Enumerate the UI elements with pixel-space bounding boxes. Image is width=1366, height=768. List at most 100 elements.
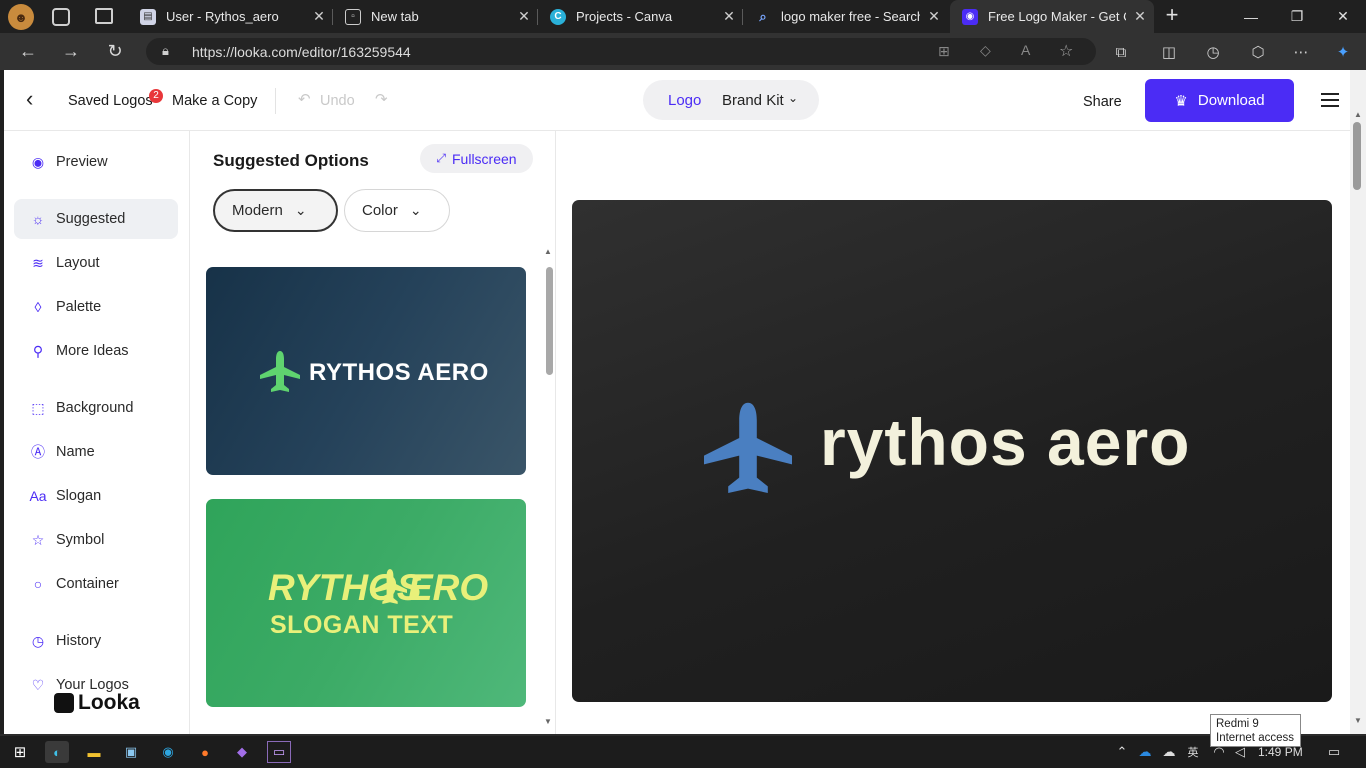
tab-actions-icon[interactable] — [95, 8, 113, 24]
sidebar-item-slogan[interactable]: Aa Slogan — [14, 476, 178, 516]
sidebar-item-container[interactable]: ○ Container — [14, 564, 178, 604]
language-icon[interactable]: 英 — [1181, 741, 1205, 763]
scroll-thumb[interactable] — [546, 267, 553, 375]
fullscreen-button[interactable]: ⤢ Fullscreen — [420, 144, 533, 173]
new-tab-plus-icon[interactable]: + — [1160, 4, 1184, 28]
edge-icon[interactable]: ◐ — [45, 741, 69, 763]
close-tab-icon[interactable]: ✕ — [1126, 8, 1154, 25]
firefox-icon[interactable]: ● — [193, 741, 217, 763]
minimize-icon[interactable]: — — [1228, 0, 1274, 33]
panel-scrollbar[interactable]: ▲ ▼ — [544, 247, 554, 729]
sidebar-item-symbol[interactable]: ☆ Symbol — [14, 520, 178, 560]
looka-editor-page: ‹ Saved Logos 2 Make a Copy ↶ Undo ↷ Log… — [4, 70, 1350, 734]
tooltip-network-status: Internet access — [1216, 732, 1294, 744]
collections-icon[interactable]: ⬡ — [1247, 41, 1269, 63]
hamburger-menu-icon[interactable] — [1321, 93, 1339, 107]
telegram-icon[interactable]: ◉ — [156, 741, 180, 763]
network-tooltip: Redmi 9 Internet access — [1210, 714, 1301, 747]
back-arrow-icon[interactable]: ‹ — [26, 86, 33, 112]
tab-looka[interactable]: ◉ Free Logo Maker - Get Cus ✕ — [950, 0, 1154, 33]
sidebar-item-more-ideas[interactable]: ⚲ More Ideas — [14, 331, 178, 371]
sidebar-item-preview[interactable]: ◉ Preview — [14, 142, 178, 182]
scroll-up-icon[interactable]: ▲ — [1354, 110, 1362, 119]
make-copy-link[interactable]: Make a Copy — [172, 93, 257, 109]
document-icon: ▤ — [140, 8, 156, 25]
redo-icon[interactable]: ↷ — [375, 90, 388, 108]
undo-icon[interactable]: ↶ — [298, 90, 311, 108]
tray-chevron-icon[interactable]: ⌃ — [1110, 741, 1134, 763]
scroll-up-icon[interactable]: ▲ — [544, 247, 552, 256]
looka-brand[interactable]: Looka — [54, 691, 140, 715]
logo-preview-canvas[interactable]: rythos aero — [572, 200, 1332, 702]
tab-title: logo maker free - Search — [781, 9, 920, 24]
onedrive-blue-icon[interactable]: ☁ — [1133, 741, 1157, 763]
sidebar-item-label: Container — [56, 576, 119, 592]
share-button[interactable]: Share — [1083, 94, 1122, 110]
logo-option-card[interactable]: RYTHOS AERO — [206, 267, 526, 475]
editor-header: ‹ Saved Logos 2 Make a Copy ↶ Undo ↷ Log… — [4, 70, 1350, 131]
forward-icon[interactable]: → — [53, 33, 89, 70]
back-icon[interactable]: ← — [10, 33, 46, 70]
copilot-icon[interactable]: ✦ — [1332, 41, 1354, 63]
file-explorer-icon[interactable]: ▬ — [82, 741, 106, 763]
windows-start-icon[interactable]: ⊞ — [8, 741, 32, 763]
tab-canva[interactable]: C Projects - Canva ✕ — [538, 0, 743, 33]
refresh-icon[interactable]: ↻ — [97, 33, 133, 70]
visual-studio-icon[interactable]: ◆ — [230, 741, 254, 763]
csharp-app-icon[interactable]: ▭ — [267, 741, 291, 763]
mode-logo-tab[interactable]: Logo — [668, 92, 701, 109]
name-icon: Ⓐ — [31, 444, 45, 460]
saved-logos-link[interactable]: Saved Logos — [68, 93, 153, 109]
sidebar-item-history[interactable]: ◷ History — [14, 621, 178, 661]
url-field[interactable]: 🔒︎ https://looka.com/editor/163259544 ⊞ … — [146, 38, 1096, 65]
page-scrollbar[interactable]: ▲ ▼ — [1350, 70, 1366, 734]
close-tab-icon[interactable]: ✕ — [920, 8, 948, 25]
mode-brandkit-tab[interactable]: Brand Kit — [722, 92, 784, 109]
card-logo-name: RYTHOS AERO — [309, 359, 489, 386]
close-tab-icon[interactable]: ✕ — [305, 8, 333, 25]
sidebar-item-palette[interactable]: ◊ Palette — [14, 287, 178, 327]
restore-icon[interactable]: ❐ — [1274, 0, 1320, 33]
notifications-icon[interactable]: ▭ — [1322, 741, 1346, 763]
sidebar-item-name[interactable]: Ⓐ Name — [14, 432, 178, 472]
tab-search[interactable]: ⌕ logo maker free - Search ✕ — [743, 0, 948, 33]
sidebar-item-suggested[interactable]: ☼ Suggested — [14, 199, 178, 239]
workspaces-icon[interactable] — [52, 8, 70, 26]
address-bar-row: ← → ↻ 🔒︎ https://looka.com/editor/163259… — [0, 33, 1366, 70]
sidebar-item-layout[interactable]: ≋ Layout — [14, 243, 178, 283]
read-aloud-icon[interactable]: A — [1021, 42, 1030, 58]
logo-option-card[interactable]: RYTHOS ERO SLOGAN TEXT — [206, 499, 526, 707]
airplane-icon — [373, 569, 407, 604]
magic-wand-icon: ⚲ — [32, 342, 44, 359]
clock-text[interactable]: 1:49 PM — [1258, 745, 1303, 759]
history-icon[interactable]: ◷ — [1202, 41, 1224, 63]
page-scroll-thumb[interactable] — [1353, 122, 1361, 190]
fullscreen-label: Fullscreen — [452, 150, 517, 167]
split-screen-icon[interactable]: ◫ — [1158, 41, 1180, 63]
sidebar-item-background[interactable]: ⬚ Background — [14, 388, 178, 428]
saved-logos-badge: 2 — [149, 89, 163, 103]
tag-icon[interactable]: ◇ — [980, 42, 991, 59]
color-filter-dropdown[interactable]: Color ⌄ — [344, 189, 450, 232]
profile-avatar[interactable]: ☻ — [8, 4, 34, 30]
sidebar-item-label: Background — [56, 400, 134, 416]
onedrive-icon[interactable]: ☁ — [1157, 741, 1181, 763]
undo-button[interactable]: Undo — [320, 93, 355, 109]
tab-new-tab[interactable]: ▫ New tab ✕ — [333, 0, 538, 33]
download-button[interactable]: ♛ Download — [1145, 79, 1294, 122]
tab-user-rythos[interactable]: ▤ User - Rythos_aero ✕ — [128, 0, 333, 33]
favorite-star-icon[interactable]: ☆ — [1059, 41, 1073, 61]
photos-icon[interactable]: ▣ — [119, 741, 143, 763]
scroll-down-icon[interactable]: ▼ — [544, 717, 552, 726]
extensions-icon[interactable]: ⧉ — [1110, 41, 1132, 63]
sidebar-item-label: Palette — [56, 299, 102, 315]
lock-icon[interactable]: 🔒︎ — [162, 43, 169, 59]
close-tab-icon[interactable]: ✕ — [715, 8, 743, 25]
app-available-icon[interactable]: ⊞ — [938, 43, 950, 60]
more-icon[interactable]: ⋯ — [1290, 41, 1312, 63]
style-filter-dropdown[interactable]: Modern ⌄ — [213, 189, 338, 232]
sidebar-item-label: Name — [56, 444, 95, 460]
close-tab-icon[interactable]: ✕ — [510, 8, 538, 25]
scroll-down-icon[interactable]: ▼ — [1354, 716, 1362, 725]
close-window-icon[interactable]: ✕ — [1320, 0, 1366, 33]
